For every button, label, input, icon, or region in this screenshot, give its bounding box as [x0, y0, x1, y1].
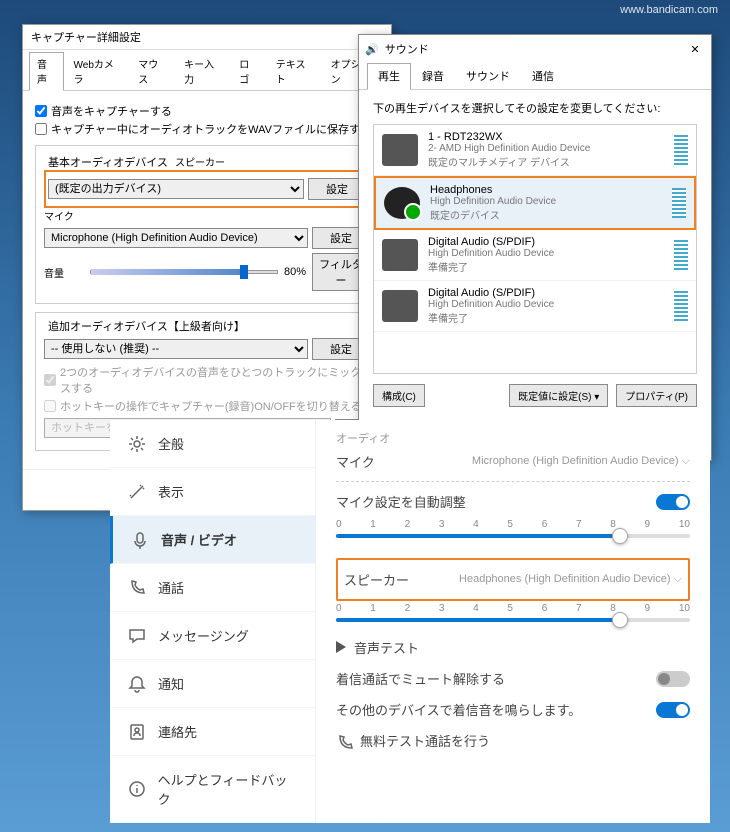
- skype-settings: 全般 表示 音声 / ビデオ 通話 メッセージング 通知 連絡先 ヘルプとフィー…: [110, 420, 710, 823]
- audio-header: オーディオ: [336, 430, 690, 446]
- nav-audio-video[interactable]: 音声 / ビデオ: [110, 516, 315, 564]
- mic-slider[interactable]: [336, 534, 690, 538]
- skype-speaker-label: スピーカー: [344, 570, 409, 589]
- sound-tabs: 再生 録音 サウンド 通信: [359, 63, 711, 90]
- sound-hint: 下の再生デバイスを選択してその設定を変更してください:: [373, 100, 697, 116]
- monitor-icon: [382, 134, 418, 166]
- wand-icon: [128, 483, 146, 501]
- sound-title: サウンド: [385, 41, 429, 57]
- volume-percent: 80%: [284, 266, 306, 278]
- tab-text[interactable]: テキスト: [268, 52, 321, 90]
- tab-recording[interactable]: 録音: [411, 63, 455, 89]
- speaker-select[interactable]: (既定の出力デバイス): [48, 179, 304, 199]
- level-meter: [674, 135, 688, 165]
- tab-comm[interactable]: 通信: [521, 63, 565, 89]
- close-button[interactable]: ✕: [685, 43, 705, 56]
- phone-icon: [128, 579, 146, 597]
- auto-adjust-toggle[interactable]: [656, 494, 690, 510]
- gear-icon: [128, 435, 146, 453]
- skype-speaker-device[interactable]: Headphones (High Definition Audio Device…: [459, 573, 682, 586]
- ring-other-label: その他のデバイスで着信音を鳴らします。: [336, 700, 581, 719]
- tab-playback[interactable]: 再生: [367, 63, 411, 90]
- phone-icon: [336, 734, 354, 752]
- headphones-icon: [384, 187, 420, 219]
- skype-mic-device[interactable]: Microphone (High Definition Audio Device…: [472, 455, 690, 468]
- nav-calling[interactable]: 通話: [110, 564, 315, 612]
- speaker-label: スピーカー: [175, 158, 225, 169]
- chk-wav[interactable]: キャプチャー中にオーディオトラックをWAVファイルに保存する: [35, 121, 379, 137]
- info-icon: [128, 780, 146, 798]
- mute-incoming-label: 着信通話でミュート解除する: [336, 669, 505, 688]
- tab-mouse[interactable]: マウス: [130, 52, 174, 90]
- nav-contacts[interactable]: 連絡先: [110, 708, 315, 756]
- device-item[interactable]: Digital Audio (S/PDIF)High Definition Au…: [374, 230, 696, 281]
- ring-other-toggle[interactable]: [656, 702, 690, 718]
- bandicam-tabs: 音声 Webカメラ マウス キー入力 ロゴ テキスト オプション: [23, 50, 391, 91]
- nav-messaging[interactable]: メッセージング: [110, 612, 315, 660]
- free-test-call-row[interactable]: 無料テスト通話を行う: [336, 725, 690, 758]
- device-list: 1 - RDT232WX2- AMD High Definition Audio…: [373, 124, 697, 374]
- group-basic-audio: 基本オーディオデバイス スピーカー (既定の出力デバイス) 設定 マイク Mic…: [35, 145, 379, 304]
- spdif-icon: [382, 290, 418, 322]
- tab-logo[interactable]: ロゴ: [231, 52, 266, 90]
- level-meter: [674, 240, 688, 270]
- contacts-icon: [128, 723, 146, 741]
- bell-icon: [128, 675, 146, 693]
- additional-device-select[interactable]: -- 使用しない (推奨) --: [44, 339, 308, 359]
- sound-dialog: 🔊 サウンド ✕ 再生 録音 サウンド 通信 下の再生デバイスを選択してその設定…: [358, 34, 712, 461]
- chk-mix: 2つのオーディオデバイスの音声をひとつのトラックにミックスする: [44, 364, 370, 396]
- skype-nav: 全般 表示 音声 / ビデオ 通話 メッセージング 通知 連絡先 ヘルプとフィー…: [110, 420, 316, 823]
- mute-incoming-toggle[interactable]: [656, 671, 690, 687]
- nav-appearance[interactable]: 表示: [110, 468, 315, 516]
- device-item[interactable]: 1 - RDT232WX2- AMD High Definition Audio…: [374, 125, 696, 176]
- properties-button[interactable]: プロパティ(P): [616, 384, 697, 407]
- mic-select[interactable]: Microphone (High Definition Audio Device…: [44, 228, 308, 248]
- skype-mic-label: マイク: [336, 452, 375, 471]
- mic-icon: [131, 531, 149, 549]
- speaker-icon: 🔊: [365, 43, 379, 56]
- nav-general[interactable]: 全般: [110, 420, 315, 468]
- level-meter: [674, 291, 688, 321]
- mic-ticks: 012345678910: [336, 519, 690, 530]
- configure-button[interactable]: 構成(C): [373, 384, 425, 407]
- chk-capture-audio[interactable]: 音声をキャプチャーする: [35, 103, 357, 119]
- mic-label: マイク: [44, 212, 74, 223]
- tab-sounds[interactable]: サウンド: [455, 63, 521, 89]
- tab-key[interactable]: キー入力: [176, 52, 229, 90]
- spdif-icon: [382, 239, 418, 271]
- nav-help[interactable]: ヘルプとフィードバック: [110, 756, 315, 823]
- volume-label: 音量: [44, 265, 84, 280]
- nav-notifications[interactable]: 通知: [110, 660, 315, 708]
- bandicam-title: キャプチャー詳細設定: [23, 25, 391, 50]
- auto-adjust-label: マイク設定を自動調整: [336, 492, 466, 511]
- device-item[interactable]: Digital Audio (S/PDIF)High Definition Au…: [374, 281, 696, 332]
- chat-icon: [128, 627, 146, 645]
- play-icon: [336, 641, 346, 653]
- chk-hotkey: ホットキーの操作でキャプチャー(録音)ON/OFFを切り替える: [44, 398, 370, 414]
- device-item-headphones[interactable]: HeadphonesHigh Definition Audio Device既定…: [374, 176, 696, 230]
- speaker-ticks: 012345678910: [336, 603, 690, 614]
- tab-webcam[interactable]: Webカメラ: [66, 52, 129, 90]
- speaker-slider[interactable]: [336, 618, 690, 622]
- watermark: www.bandicam.com: [620, 4, 718, 16]
- level-meter: [672, 188, 686, 218]
- sound-test-row[interactable]: 音声テスト: [336, 632, 690, 663]
- tab-audio[interactable]: 音声: [29, 52, 64, 91]
- volume-slider[interactable]: [90, 270, 278, 274]
- set-default-button[interactable]: 既定値に設定(S) ▾: [509, 384, 608, 407]
